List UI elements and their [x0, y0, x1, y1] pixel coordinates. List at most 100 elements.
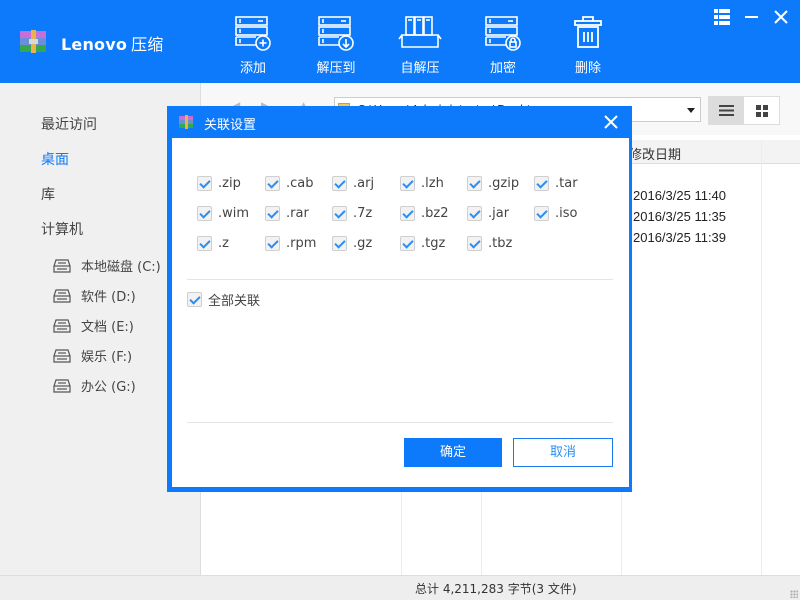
status-summary: 总计 4,211,283 字节(3 文件) [415, 582, 577, 596]
extension-checkbox[interactable]: .arj [332, 176, 374, 191]
checkbox-checked-icon [467, 176, 482, 191]
extension-label: .tbz [488, 236, 513, 251]
extension-checkbox[interactable]: .tgz [400, 236, 445, 251]
encrypt-button[interactable]: 加密 [473, 14, 533, 76]
drive-label: 文档 (E:) [81, 320, 134, 335]
file-row-modified[interactable]: 2016/3/25 11:39 [633, 230, 726, 245]
column-modified-date[interactable]: 修改日期 [629, 144, 681, 163]
sidebar-drive-e[interactable]: 文档 (E:) [53, 316, 134, 335]
extension-checkbox[interactable]: .wim [197, 206, 249, 221]
extract-to-button[interactable]: 解压到 [306, 14, 366, 76]
extension-checkbox[interactable]: .iso [534, 206, 577, 221]
extension-label: .7z [353, 206, 373, 221]
minimize-icon [745, 16, 758, 18]
extension-checkbox[interactable]: .rar [265, 206, 309, 221]
menu-button[interactable] [711, 6, 733, 28]
extension-label: .iso [555, 206, 578, 221]
extension-checkbox[interactable]: .gz [332, 236, 372, 251]
extract-to-icon [318, 16, 354, 51]
ok-button[interactable]: 确定 [404, 438, 502, 467]
drive-icon [53, 378, 71, 393]
minimize-button[interactable] [741, 6, 763, 28]
encrypt-label: 加密 [489, 61, 516, 76]
extension-checkbox[interactable]: .bz2 [400, 206, 448, 221]
sidebar-item-library[interactable]: 库 [41, 184, 55, 204]
add-button[interactable]: 添加 [223, 14, 283, 76]
extension-label: .tar [555, 176, 578, 191]
checkbox-checked-icon [265, 236, 280, 251]
close-button[interactable] [770, 6, 792, 28]
checkbox-checked-icon [467, 206, 482, 221]
checkbox-checked-icon [197, 176, 212, 191]
column-divider [761, 140, 762, 578]
drive-icon [53, 258, 71, 273]
file-row-modified[interactable]: 2016/3/25 11:40 [633, 188, 726, 203]
sidebar-drive-d[interactable]: 软件 (D:) [53, 286, 136, 305]
sidebar-item-computer[interactable]: 计算机 [41, 219, 83, 239]
checkbox-checked-icon [265, 206, 280, 221]
select-all-checkbox[interactable]: 全部关联 [187, 290, 260, 309]
checkbox-checked-icon [534, 206, 549, 221]
list-view-button[interactable] [709, 97, 744, 124]
resize-grip-icon[interactable] [790, 590, 798, 598]
sidebar-item-desktop[interactable]: 桌面 [41, 149, 69, 169]
close-icon [774, 10, 788, 24]
menu-icon [714, 9, 730, 25]
dialog-title: 关联设置 [204, 118, 257, 133]
extension-label: .jar [488, 206, 510, 221]
cancel-button[interactable]: 取消 [513, 438, 613, 467]
self-extract-label: 自解压 [400, 61, 440, 76]
extension-checkbox[interactable]: .tar [534, 176, 578, 191]
extension-checkbox[interactable]: .tbz [467, 236, 512, 251]
close-icon [604, 115, 618, 129]
extension-checkbox[interactable]: .cab [265, 176, 314, 191]
drive-icon [53, 348, 71, 363]
address-dropdown-icon[interactable] [687, 108, 695, 113]
checkbox-checked-icon [187, 292, 202, 307]
drive-label: 本地磁盘 (C:) [81, 260, 161, 275]
grid-view-button[interactable] [744, 97, 779, 124]
select-all-label: 全部关联 [208, 294, 261, 309]
extension-label: .gzip [488, 176, 520, 191]
app-title: Lenovo 压缩 [61, 31, 163, 55]
add-archive-icon [235, 16, 271, 51]
checkbox-checked-icon [467, 236, 482, 251]
extension-checkbox[interactable]: .rpm [265, 236, 316, 251]
extension-label: .rar [286, 206, 309, 221]
extension-checkbox[interactable]: .gzip [467, 176, 519, 191]
dialog-close-button[interactable] [602, 113, 620, 131]
extension-checkbox[interactable]: .7z [332, 206, 372, 221]
file-row-modified[interactable]: 2016/3/25 11:35 [633, 209, 726, 224]
checkbox-checked-icon [332, 176, 347, 191]
checkbox-checked-icon [197, 206, 212, 221]
extension-checkbox[interactable]: .z [197, 236, 229, 251]
encrypt-icon [485, 16, 521, 51]
sidebar-drive-g[interactable]: 办公 (G:) [53, 376, 136, 395]
app-logo-icon [179, 115, 193, 129]
drive-label: 娱乐 (F:) [81, 350, 133, 365]
drive-label: 办公 (G:) [81, 380, 136, 395]
extension-label: .bz2 [421, 206, 449, 221]
extension-checkbox[interactable]: .jar [467, 206, 509, 221]
divider [187, 422, 613, 423]
extension-label: .z [218, 236, 229, 251]
delete-button[interactable]: 删除 [558, 14, 618, 76]
checkbox-checked-icon [332, 236, 347, 251]
extension-label: .cab [286, 176, 314, 191]
sidebar-drive-c[interactable]: 本地磁盘 (C:) [53, 256, 161, 275]
delete-label: 删除 [574, 61, 601, 76]
checkbox-checked-icon [332, 206, 347, 221]
extension-label: .zip [218, 176, 241, 191]
list-view-icon [719, 105, 734, 116]
extension-checkbox[interactable]: .zip [197, 176, 241, 191]
extension-checkbox[interactable]: .lzh [400, 176, 444, 191]
sidebar-item-recent[interactable]: 最近访问 [41, 114, 97, 134]
sidebar-drive-f[interactable]: 娱乐 (F:) [53, 346, 132, 365]
self-extract-button[interactable]: 自解压 [390, 14, 450, 76]
checkbox-checked-icon [265, 176, 280, 191]
drive-icon [53, 288, 71, 303]
dialog-title-bar[interactable]: 关联设置 [167, 106, 632, 138]
extract-to-label: 解压到 [316, 61, 356, 76]
checkbox-checked-icon [534, 176, 549, 191]
app-header: Lenovo 压缩 添加 解压到 自解压 加密 删除 [0, 0, 800, 83]
